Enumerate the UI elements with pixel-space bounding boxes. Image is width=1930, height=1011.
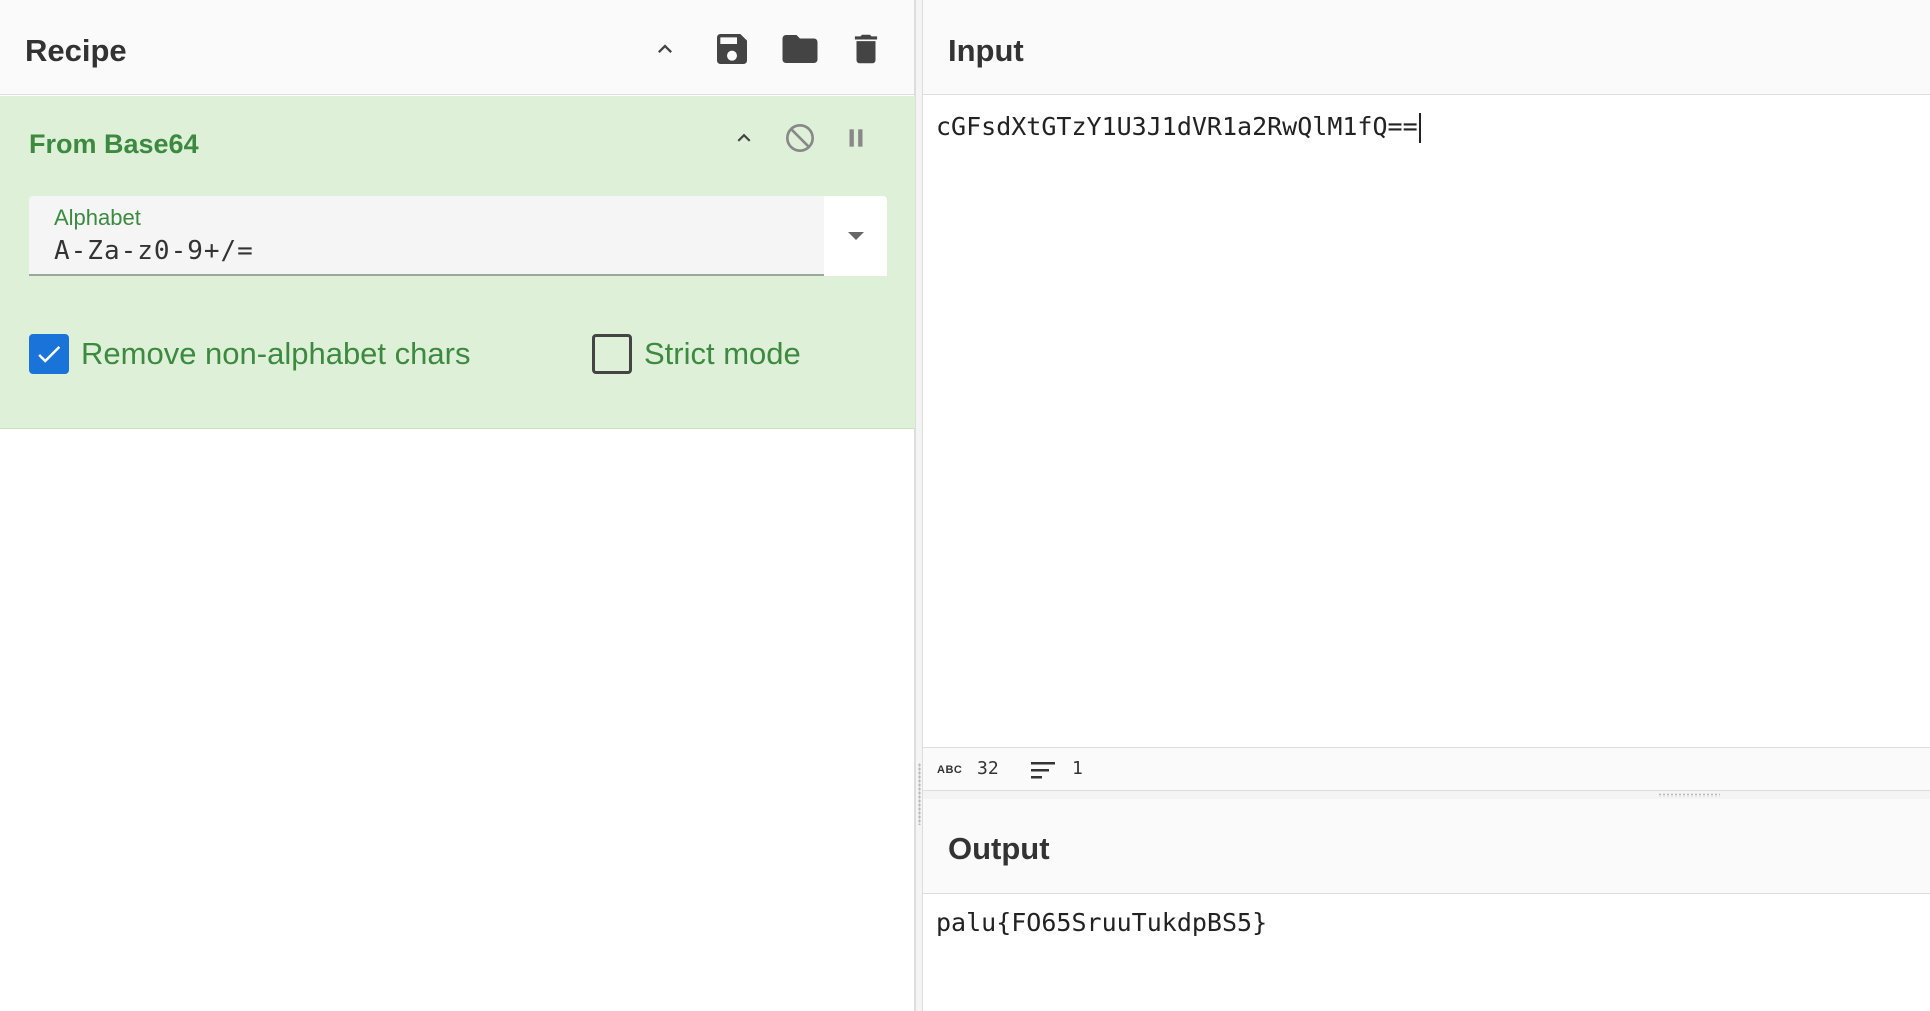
check-icon	[38, 346, 61, 363]
input-line-count: 1	[1072, 758, 1083, 779]
alphabet-label: Alphabet	[54, 205, 141, 230]
collapse-operation-button[interactable]	[724, 118, 764, 158]
splitter-grip[interactable]	[1658, 793, 1720, 797]
output-title: Output	[948, 831, 1050, 866]
input-status-bar: ABC 32 1	[923, 747, 1930, 791]
input-text[interactable]: cGFsdXtGTzY1U3J1dVR1a2RwQlM1fQ==	[936, 112, 1421, 143]
recipe-header: Recipe	[0, 0, 914, 95]
text-cursor	[1418, 113, 1421, 143]
input-textarea[interactable]: cGFsdXtGTzY1U3J1dVR1a2RwQlM1fQ==	[923, 96, 1930, 747]
folder-icon	[782, 35, 818, 63]
caret-down-icon	[847, 232, 864, 240]
alphabet-dropdown-button[interactable]	[824, 196, 887, 276]
alphabet-value[interactable]: A-Za-z0-9+/=	[54, 236, 254, 266]
chevron-up-icon	[737, 133, 751, 142]
abc-icon: ABC	[937, 764, 963, 776]
horizontal-splitter[interactable]	[923, 791, 1930, 799]
trash-icon	[854, 34, 878, 64]
remove-non-alphabet-label: Remove non-alphabet chars	[81, 336, 471, 371]
lines-icon	[1031, 762, 1055, 779]
remove-non-alphabet-checkbox[interactable]: Remove non-alphabet chars	[29, 334, 470, 374]
load-recipe-button[interactable]	[777, 26, 823, 72]
recipe-pane: Recipe From Base64 Alphabet A-Za-z0-9+/=	[0, 0, 915, 1011]
input-title: Input	[948, 33, 1024, 68]
input-length: 32	[977, 758, 999, 779]
pause-icon	[849, 129, 863, 147]
disable-icon	[786, 124, 814, 152]
operation-from-base64: From Base64 Alphabet A-Za-z0-9+/= Remove…	[0, 96, 915, 429]
disable-operation-button[interactable]	[780, 118, 820, 158]
vertical-splitter[interactable]	[915, 0, 923, 1011]
io-pane: Input cGFsdXtGTzY1U3J1dVR1a2RwQlM1fQ== A…	[923, 0, 1930, 1011]
strict-mode-label: Strict mode	[644, 336, 801, 371]
collapse-all-button[interactable]	[642, 26, 688, 72]
breakpoint-button[interactable]	[836, 118, 876, 158]
input-header: Input	[923, 0, 1930, 95]
recipe-title: Recipe	[25, 33, 127, 68]
output-textarea[interactable]: palu{FO65SruuTukdpBS5}	[923, 894, 1930, 1011]
alphabet-field[interactable]: Alphabet A-Za-z0-9+/=	[29, 196, 887, 276]
operation-title: From Base64	[29, 129, 199, 159]
checkbox-unchecked[interactable]	[592, 334, 632, 374]
checkbox-checked[interactable]	[29, 334, 69, 374]
clear-recipe-button[interactable]	[843, 26, 889, 72]
save-recipe-button[interactable]	[709, 26, 755, 72]
splitter-grip[interactable]	[918, 763, 921, 825]
chevron-up-icon	[658, 44, 672, 53]
output-header: Output	[923, 799, 1930, 894]
output-text[interactable]: palu{FO65SruuTukdpBS5}	[936, 908, 1267, 937]
strict-mode-checkbox[interactable]: Strict mode	[592, 334, 801, 374]
save-icon	[717, 34, 747, 64]
